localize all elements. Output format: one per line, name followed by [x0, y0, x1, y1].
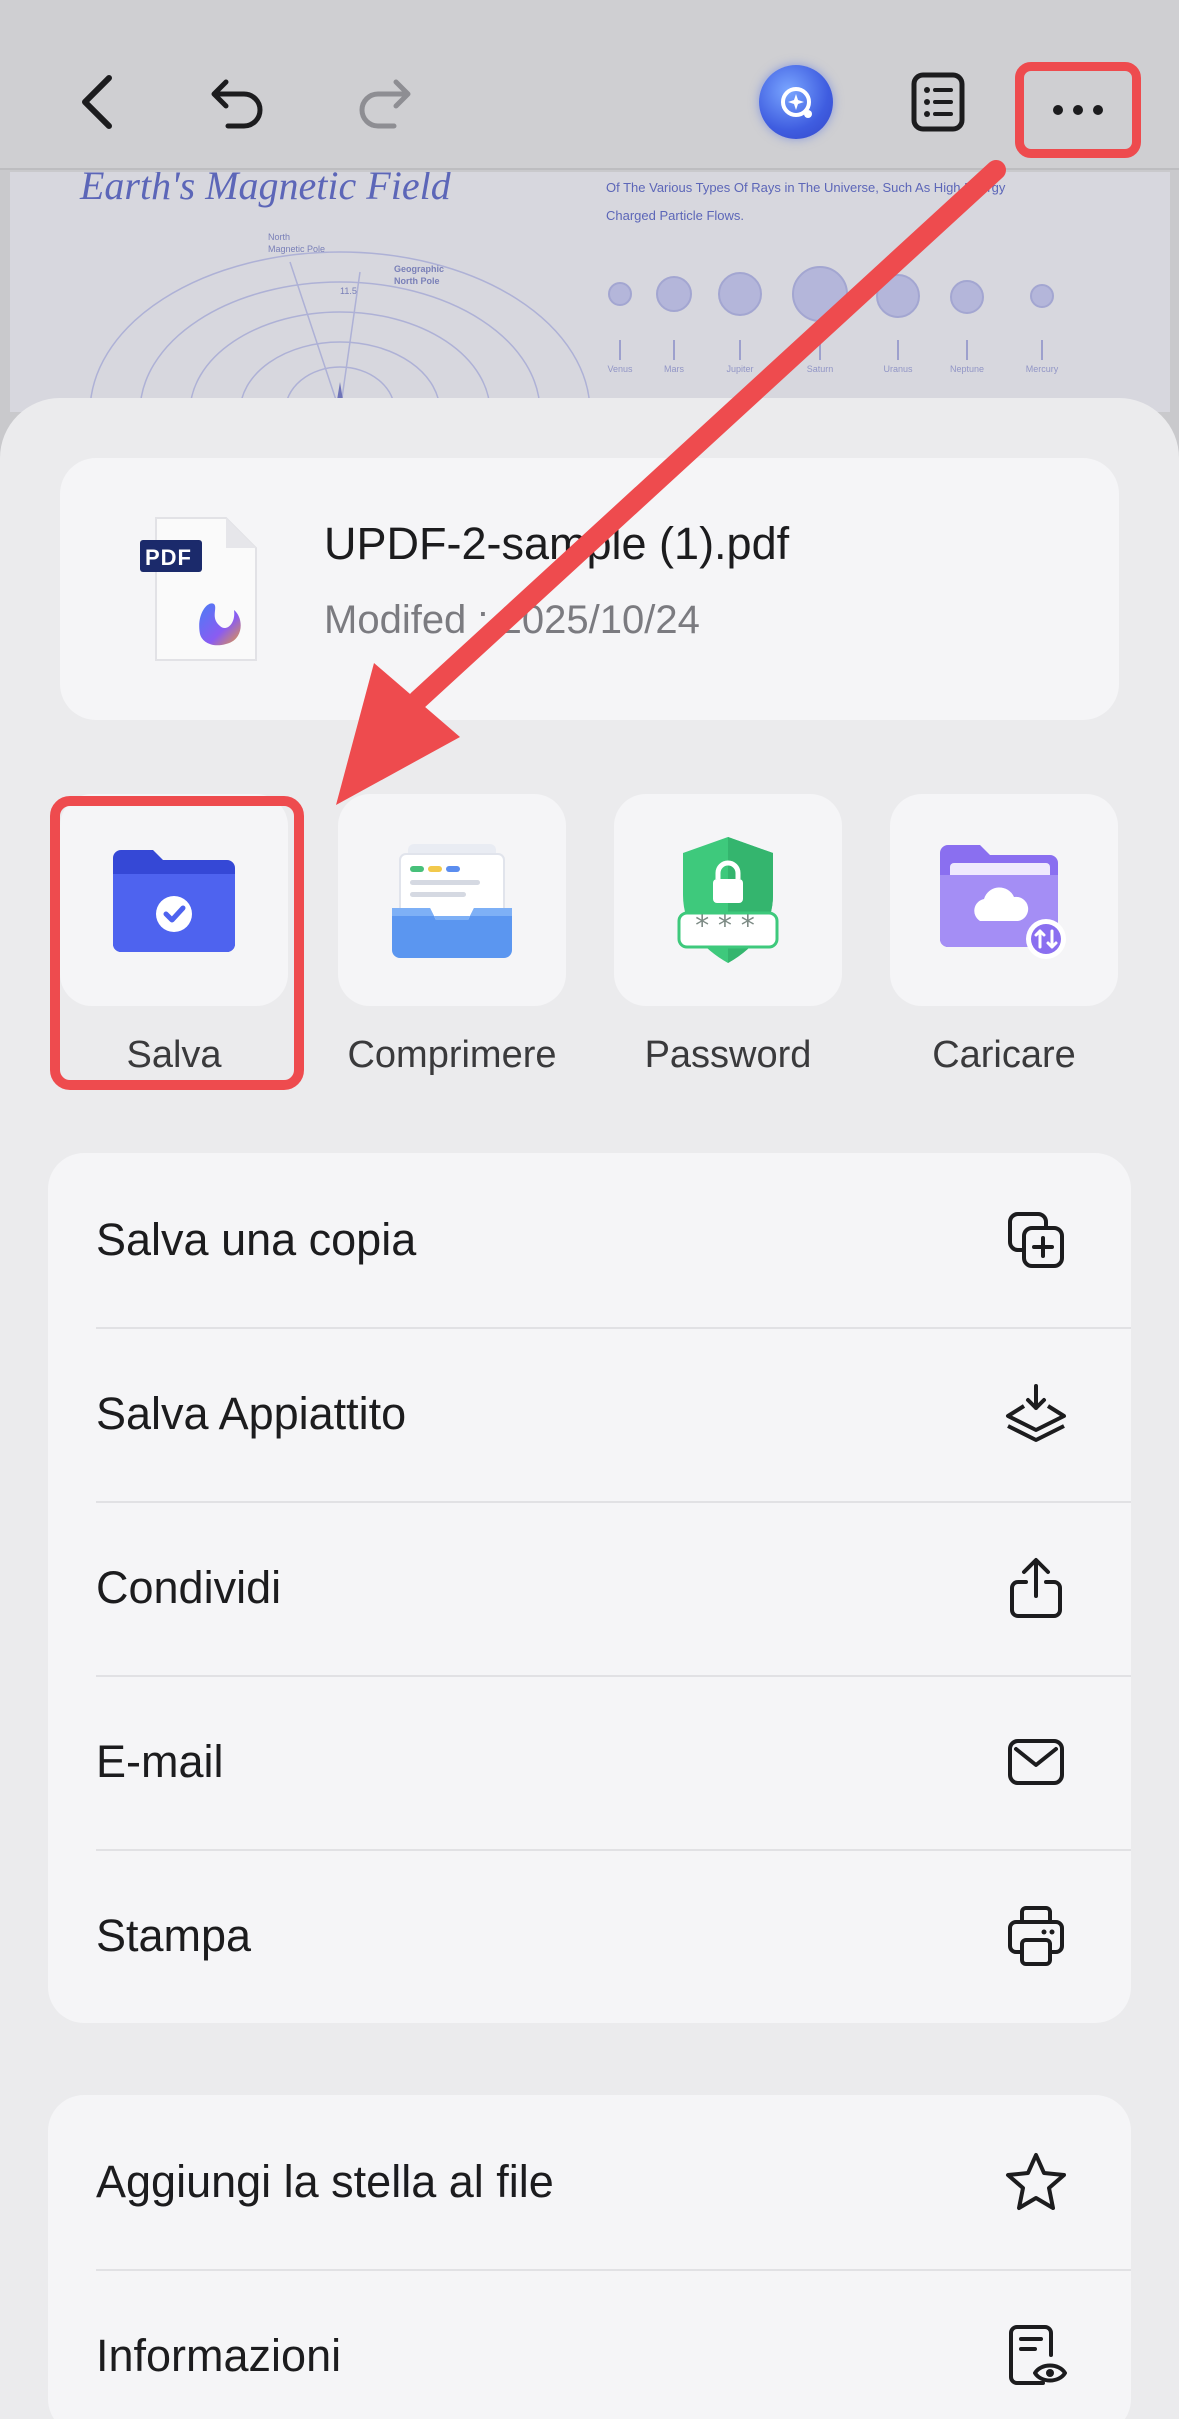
menu-item-label: E-mail: [96, 1736, 224, 1787]
pdf-label: Geographic: [394, 264, 445, 274]
tool-caricare-tile[interactable]: [890, 794, 1118, 1006]
menu-item-label: Stampa: [96, 1910, 252, 1961]
planet-tick: [897, 340, 899, 360]
planet-label: Mars: [664, 364, 684, 374]
planet-dot: [608, 282, 632, 306]
planet-dot: [718, 272, 762, 316]
planet-tick: [1041, 340, 1043, 360]
planet-dot: [792, 266, 848, 322]
shield-lock-icon: [677, 837, 779, 963]
pdf-label: North: [268, 232, 291, 242]
planet-tick: [673, 340, 675, 360]
salva-highlight-box: [50, 796, 304, 1090]
tool-comprimere-tile[interactable]: [338, 794, 566, 1006]
menu-item-aggiungi-stella[interactable]: Aggiungi la stella al file: [48, 2095, 1131, 2269]
document-eye-icon: [1001, 2321, 1071, 2391]
tool-password-label: Password: [644, 1034, 812, 1076]
planet-dot: [876, 274, 920, 318]
menu-item-label: Informazioni: [96, 2330, 342, 2381]
pdf-badge: PDF: [145, 545, 192, 570]
planet-dot: [950, 280, 984, 314]
tool-password[interactable]: *** Password: [614, 794, 842, 1077]
undo-button[interactable]: [188, 52, 288, 152]
planet-tick: [619, 340, 621, 360]
file-info-card: PDF UPDF-2-sample (1).pdf Modifed : 2025…: [60, 458, 1119, 720]
menu-item-condividi[interactable]: Condividi: [48, 1501, 1131, 1675]
pdf-heading: Earth's Magnetic Field: [80, 172, 451, 208]
planet-label: Neptune: [949, 364, 985, 374]
more-button[interactable]: [1015, 62, 1141, 158]
layers-download-icon: [1001, 1379, 1071, 1449]
pdf-label: Magnetic Pole: [268, 244, 326, 254]
undo-icon: [211, 79, 263, 129]
menu-item-salva-appiattito[interactable]: Salva Appiattito: [48, 1327, 1131, 1501]
planet-dot: [1030, 284, 1054, 308]
planet-label: Saturn: [806, 364, 834, 374]
menu-primary: Salva una copia Salva Appiattito Condivi…: [48, 1153, 1131, 2023]
pdf-label: 11.5: [340, 286, 357, 296]
file-name: UPDF-2-sample (1).pdf: [324, 518, 790, 569]
planet-tick: [739, 340, 741, 360]
share-icon: [1001, 1553, 1071, 1623]
list-icon: [911, 72, 965, 132]
compress-tray-icon: [392, 844, 512, 958]
redo-icon: [359, 79, 411, 129]
tool-password-tile[interactable]: ***: [614, 794, 842, 1006]
pdf-text-line: Of The Various Types Of Rays in The Univ…: [606, 180, 1006, 195]
password-mask: ***: [693, 909, 763, 942]
magnetic-field-diagram: [89, 251, 590, 412]
menu-secondary: Aggiungi la stella al file Informazioni: [48, 2095, 1131, 2419]
planet-label: Jupiter: [726, 364, 754, 374]
planet-dot: [656, 276, 692, 312]
ai-assistant-button[interactable]: [746, 52, 846, 152]
menu-item-stampa[interactable]: Stampa: [48, 1849, 1131, 2023]
file-modified-date: Modifed : 2025/10/24: [324, 598, 700, 642]
pdf-page-background: Earth's Magnetic Field Of The Various Ty…: [10, 172, 1170, 412]
pdf-file-icon: PDF: [140, 514, 264, 664]
planet-tick: [819, 340, 821, 360]
planet-label: Uranus: [883, 364, 913, 374]
menu-item-informazioni[interactable]: Informazioni: [48, 2269, 1131, 2419]
ai-assistant-icon: [759, 65, 833, 139]
redo-button[interactable]: [334, 52, 434, 152]
menu-item-salva-una-copia[interactable]: Salva una copia: [48, 1153, 1131, 1327]
star-icon: [1001, 2147, 1071, 2217]
cloud-folder-icon: [940, 845, 1066, 959]
tool-caricare[interactable]: Caricare: [890, 794, 1118, 1077]
outline-button[interactable]: [888, 52, 988, 152]
menu-item-label: Salva Appiattito: [96, 1388, 407, 1439]
menu-item-label: Aggiungi la stella al file: [96, 2156, 554, 2207]
planet-tick: [966, 340, 968, 360]
tool-comprimere[interactable]: Comprimere: [338, 794, 566, 1077]
pdf-label: North Pole: [394, 276, 440, 286]
tool-comprimere-label: Comprimere: [347, 1034, 557, 1076]
chevron-left-icon: [82, 75, 112, 129]
more-options-sheet: PDF UPDF-2-sample (1).pdf Modifed : 2025…: [0, 398, 1179, 2419]
menu-item-label: Condividi: [96, 1562, 282, 1613]
menu-item-email[interactable]: E-mail: [48, 1675, 1131, 1849]
mail-icon: [1001, 1727, 1071, 1797]
top-toolbar: [0, 0, 1179, 170]
tool-caricare-label: Caricare: [932, 1034, 1076, 1076]
more-icon: [1053, 105, 1103, 115]
back-button[interactable]: [48, 52, 148, 152]
planet-label: Mercury: [1025, 364, 1059, 374]
copy-plus-icon: [1001, 1205, 1071, 1275]
pdf-text-line: Charged Particle Flows.: [606, 208, 744, 223]
printer-icon: [1001, 1901, 1071, 1971]
menu-item-label: Salva una copia: [96, 1214, 417, 1265]
